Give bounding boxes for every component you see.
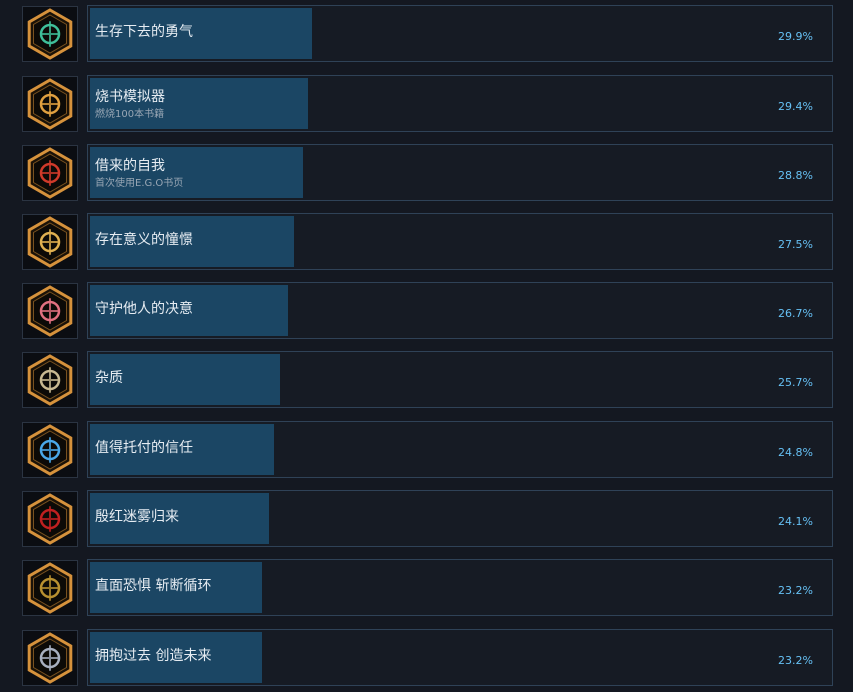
achievement-row[interactable]: 守护他人的决意 26.7% <box>0 282 853 340</box>
achievement-row[interactable]: 借来的自我首次使用E.G.O书页 28.8% <box>0 144 853 202</box>
rune-circle-icon <box>27 354 73 406</box>
achievement-progress-box: 借来的自我首次使用E.G.O书页 28.8% <box>87 144 833 201</box>
golden-cross-icon <box>27 216 73 268</box>
achievement-icon-frame <box>22 630 78 686</box>
achievement-icon-frame <box>22 352 78 408</box>
achievement-name: 借来的自我 <box>95 158 165 174</box>
achievement-unlock-percent: 24.8% <box>778 446 813 459</box>
achievement-name: 生存下去的勇气 <box>95 24 193 40</box>
achievement-progress-box: 杂质 25.7% <box>87 351 833 408</box>
red-mask-icon <box>27 147 73 199</box>
achievement-row[interactable]: 生存下去的勇气 29.9% <box>0 5 853 63</box>
achievement-unlock-percent: 23.2% <box>778 654 813 667</box>
achievement-list: 生存下去的勇气 29.9% 烧书模拟器燃烧100本书籍 29.4% 借来的自我首次使用E… <box>0 0 853 692</box>
achievement-unlock-percent: 26.7% <box>778 307 813 320</box>
achievement-name: 杂质 <box>95 370 123 386</box>
achievement-progress-box: 殷红迷雾归来 24.1% <box>87 490 833 547</box>
pink-sword-icon <box>27 285 73 337</box>
achievement-name: 拥抱过去 创造未来 <box>95 648 212 664</box>
achievement-icon-frame <box>22 283 78 339</box>
achievement-unlock-percent: 29.9% <box>778 30 813 43</box>
achievement-progress-box: 烧书模拟器燃烧100本书籍 29.4% <box>87 75 833 132</box>
achievement-icon-frame <box>22 76 78 132</box>
achievement-name: 殷红迷雾归来 <box>95 509 179 525</box>
achievement-row[interactable]: 存在意义的憧憬 27.5% <box>0 213 853 271</box>
achievement-unlock-percent: 25.7% <box>778 376 813 389</box>
silver-wolf-icon <box>27 632 73 684</box>
red-mist-icon <box>27 493 73 545</box>
achievement-row[interactable]: 殷红迷雾归来 24.1% <box>0 490 853 548</box>
achievement-name: 守护他人的决意 <box>95 301 193 317</box>
achievement-unlock-percent: 27.5% <box>778 238 813 251</box>
achievement-progress-box: 生存下去的勇气 29.9% <box>87 5 833 62</box>
achievement-name: 值得托付的信任 <box>95 440 193 456</box>
achievement-row[interactable]: 直面恐惧 斩断循环 23.2% <box>0 559 853 617</box>
flaming-book-icon <box>27 78 73 130</box>
golden-lion-icon <box>27 562 73 614</box>
achievement-icon-frame <box>22 491 78 547</box>
achievement-row[interactable]: 拥抱过去 创造未来 23.2% <box>0 629 853 687</box>
achievement-row[interactable]: 杂质 25.7% <box>0 351 853 409</box>
achievement-icon-frame <box>22 560 78 616</box>
achievement-icon-frame <box>22 145 78 201</box>
achievement-name: 烧书模拟器 <box>95 89 165 105</box>
achievement-row[interactable]: 值得托付的信任 24.8% <box>0 421 853 479</box>
achievement-name: 存在意义的憧憬 <box>95 232 193 248</box>
achievement-description: 燃烧100本书籍 <box>95 109 165 120</box>
teal-crest-icon <box>27 8 73 60</box>
achievement-name: 直面恐惧 斩断循环 <box>95 578 212 594</box>
achievement-description: 首次使用E.G.O书页 <box>95 178 184 189</box>
achievement-progress-box: 守护他人的决意 26.7% <box>87 282 833 339</box>
achievement-progress-box: 存在意义的憧憬 27.5% <box>87 213 833 270</box>
blue-shield-icon <box>27 424 73 476</box>
achievement-progress-box: 直面恐惧 斩断循环 23.2% <box>87 559 833 616</box>
achievement-icon-frame <box>22 422 78 478</box>
achievement-unlock-percent: 29.4% <box>778 100 813 113</box>
achievement-unlock-percent: 24.1% <box>778 515 813 528</box>
achievement-progress-box: 值得托付的信任 24.8% <box>87 421 833 478</box>
achievement-icon-frame <box>22 6 78 62</box>
achievement-row[interactable]: 烧书模拟器燃烧100本书籍 29.4% <box>0 75 853 133</box>
achievement-progress-box: 拥抱过去 创造未来 23.2% <box>87 629 833 686</box>
achievement-unlock-percent: 23.2% <box>778 584 813 597</box>
achievement-unlock-percent: 28.8% <box>778 169 813 182</box>
achievement-icon-frame <box>22 214 78 270</box>
